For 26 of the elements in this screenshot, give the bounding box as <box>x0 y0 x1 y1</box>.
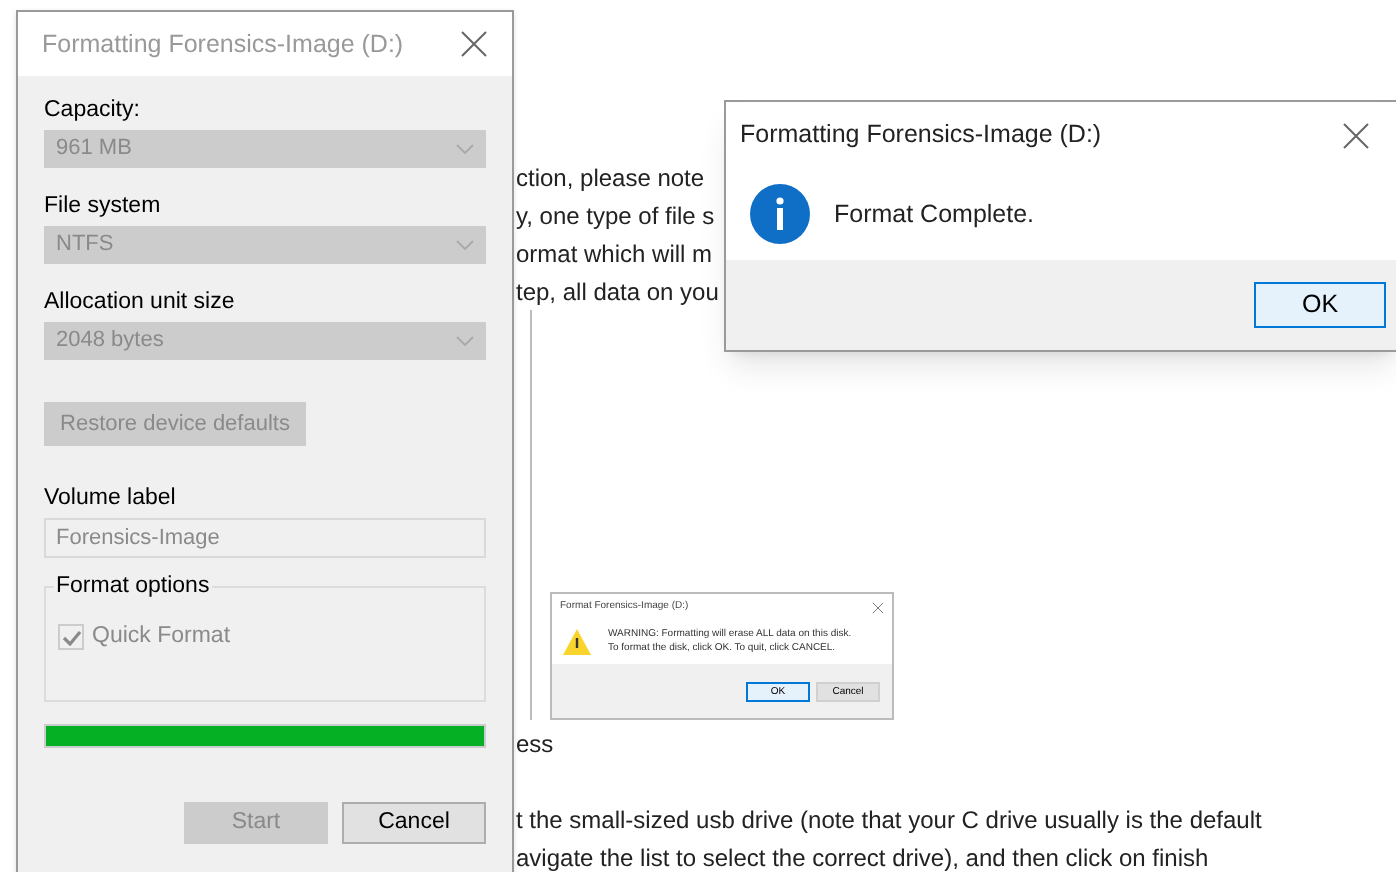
document-text: ction, please note <box>516 162 707 196</box>
window-title: Formatting Forensics-Image (D:) <box>42 27 404 62</box>
document-text: tep, all data on you <box>516 276 719 310</box>
warning-icon <box>562 628 592 656</box>
checkbox-label: Quick Format <box>92 622 231 652</box>
document-text: ess <box>516 728 556 762</box>
group-title: Format options <box>54 572 212 600</box>
document-text: avigate the list to select the correct drive), and then click on finish <box>516 842 1211 872</box>
field-label: Volume label <box>44 484 178 514</box>
chevron-down-icon <box>456 336 474 346</box>
ok-button[interactable]: OK <box>1254 282 1386 328</box>
chevron-down-icon <box>456 240 474 250</box>
window-title: Formatting Forensics-Image (D:) <box>740 118 1102 153</box>
message-text: Format Complete. <box>834 197 1035 232</box>
field-label: Capacity: <box>44 96 142 126</box>
chevron-down-icon <box>456 144 474 154</box>
info-icon <box>750 184 810 244</box>
document-text: t the small-sized usb drive (note that your C drive usually is the default <box>516 804 1262 838</box>
close-icon[interactable] <box>872 601 884 613</box>
field-label: File system <box>44 192 163 222</box>
close-icon[interactable] <box>1342 121 1370 149</box>
document-text: ormat which will m <box>516 238 715 272</box>
dialog-button[interactable]: Cancel <box>342 802 486 844</box>
document-text: y, one type of file s <box>516 200 717 234</box>
close-icon[interactable] <box>460 30 488 58</box>
field-label: Allocation unit size <box>44 288 237 318</box>
